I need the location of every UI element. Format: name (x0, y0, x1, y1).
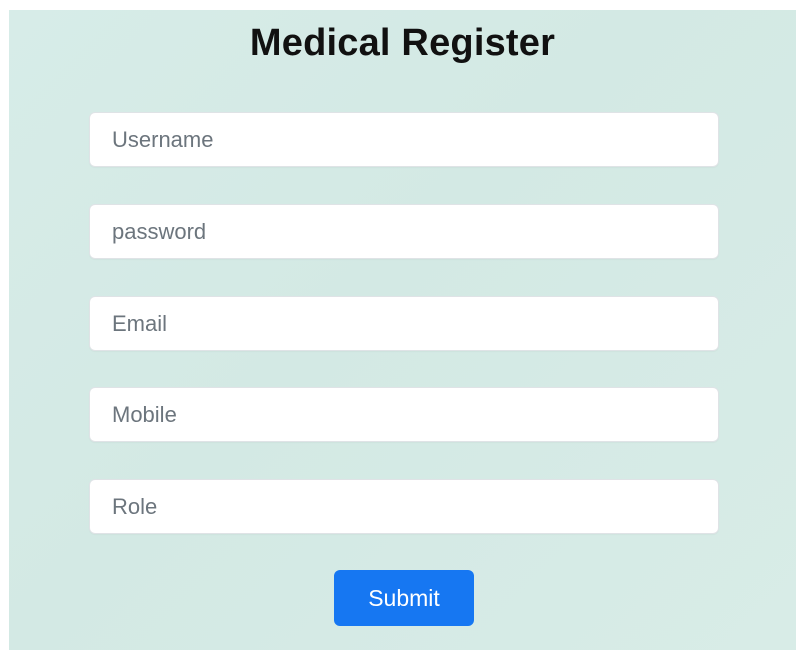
role-field[interactable] (89, 479, 719, 534)
form-title: Medical Register (249, 22, 556, 64)
username-field[interactable] (89, 112, 719, 167)
submit-button[interactable]: Submit (334, 570, 474, 626)
password-field[interactable] (89, 204, 719, 259)
register-form-panel: Medical Register Submit (9, 10, 796, 650)
mobile-field[interactable] (89, 387, 719, 442)
email-field[interactable] (89, 296, 719, 351)
